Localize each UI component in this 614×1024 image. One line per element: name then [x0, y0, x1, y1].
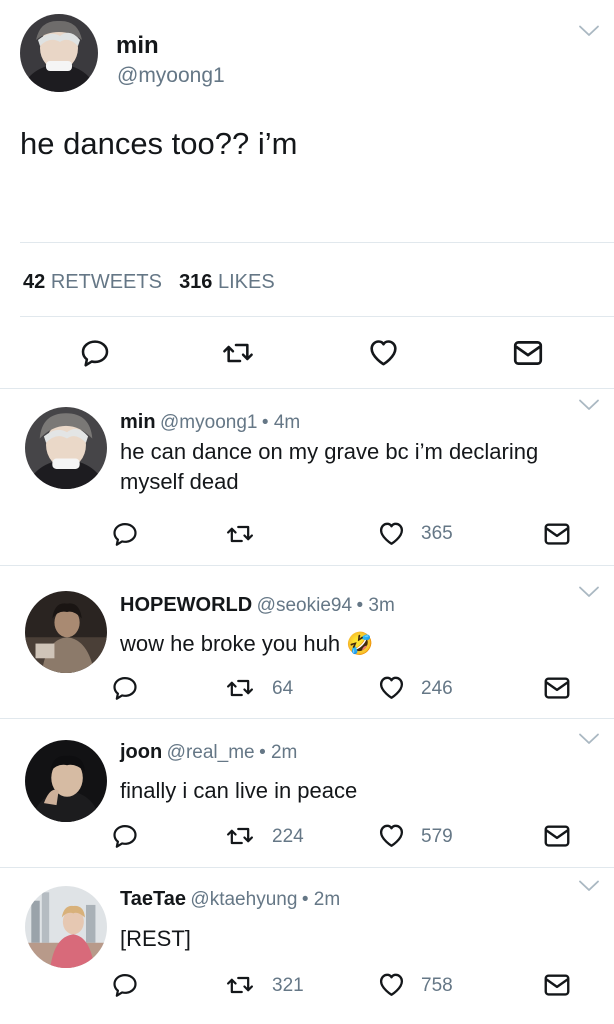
reply-direct-message-icon[interactable]	[542, 673, 572, 703]
reply-direct-message-icon[interactable]	[542, 821, 572, 851]
main-avatar[interactable]	[20, 14, 98, 92]
main-tweet-text: he dances too?? i’m	[20, 126, 298, 161]
reply-direct-message-icon[interactable]	[542, 970, 572, 1000]
reply-avatar[interactable]	[25, 886, 107, 968]
reply-chevron-down-icon[interactable]	[578, 585, 600, 599]
reply-text: wow he broke you huh 🤣	[120, 631, 374, 656]
reply-timestamp[interactable]: • 2m	[302, 889, 340, 910]
divider	[20, 316, 614, 317]
reply-like-count: 579	[421, 826, 453, 847]
reply-author-name[interactable]: min	[120, 411, 156, 433]
reply-heart-icon[interactable]	[377, 821, 406, 850]
reply-author-name[interactable]: HOPEWORLD	[120, 594, 252, 616]
reply-reply-icon[interactable]	[111, 971, 139, 999]
rolling-laughing-emoji: 🤣	[346, 631, 374, 656]
main-author-name[interactable]: min	[116, 32, 159, 60]
reply-heart-icon[interactable]	[377, 970, 406, 999]
retweets-count[interactable]: 42	[23, 271, 45, 293]
reply-author-name[interactable]: joon	[120, 741, 162, 763]
reply-header: min @myoong1 • 4m	[120, 411, 300, 434]
reply-author-handle[interactable]: @seokie94	[257, 595, 352, 616]
reply-retweet-count: 224	[272, 826, 304, 847]
reply-author-handle[interactable]: @real_me	[167, 742, 255, 763]
reply-author-name[interactable]: TaeTae	[120, 888, 186, 910]
reply-timestamp[interactable]: • 4m	[262, 412, 300, 433]
reply-chevron-down-icon[interactable]	[578, 879, 600, 893]
reply-avatar[interactable]	[25, 591, 107, 673]
main-direct-message-icon[interactable]	[511, 336, 545, 370]
reply-avatar[interactable]	[25, 740, 107, 822]
reply-like-count: 365	[421, 523, 453, 544]
main-chevron-down-icon[interactable]	[578, 24, 600, 38]
reply-retweet-icon[interactable]	[225, 674, 255, 702]
main-retweet-icon[interactable]	[221, 337, 255, 369]
reply-timestamp[interactable]: • 2m	[259, 742, 297, 763]
reply-retweet-count: 321	[272, 975, 304, 996]
likes-count[interactable]: 316	[179, 271, 212, 293]
engagement-stats: 42 RETWEETS 316 LIKES	[23, 271, 275, 294]
reply-header: TaeTae @ktaehyung • 2m	[120, 888, 340, 911]
reply-reply-icon[interactable]	[111, 822, 139, 850]
reply-author-handle[interactable]: @myoong1	[160, 412, 257, 433]
reply-retweet-count: 64	[272, 678, 294, 699]
reply-like-count: 246	[421, 678, 453, 699]
reply-avatar[interactable]	[25, 407, 107, 489]
reply-retweet-icon[interactable]	[225, 971, 255, 999]
reply-retweet-icon[interactable]	[225, 520, 255, 548]
retweets-label[interactable]: RETWEETS	[51, 271, 162, 293]
reply-text: he can dance on my grave bc i’m declarin…	[120, 439, 539, 494]
reply-header: joon @real_me • 2m	[120, 741, 297, 764]
main-author-handle[interactable]: @myoong1	[117, 64, 225, 88]
reply-heart-icon[interactable]	[377, 519, 406, 548]
reply-reply-icon[interactable]	[111, 674, 139, 702]
reply-text: finally i can live in peace	[120, 778, 358, 803]
reply-retweet-icon[interactable]	[225, 822, 255, 850]
main-reply-icon[interactable]	[79, 337, 111, 369]
reply-text: [REST]	[120, 926, 191, 951]
main-heart-icon[interactable]	[367, 336, 400, 369]
reply-heart-icon[interactable]	[377, 673, 406, 702]
divider	[20, 242, 614, 243]
likes-label[interactable]: LIKES	[218, 271, 275, 293]
reply-chevron-down-icon[interactable]	[578, 398, 600, 412]
reply-header: HOPEWORLD @seokie94 • 3m	[120, 594, 395, 617]
reply-direct-message-icon[interactable]	[542, 519, 572, 549]
reply-timestamp[interactable]: • 3m	[356, 595, 394, 616]
reply-reply-icon[interactable]	[111, 520, 139, 548]
reply-like-count: 758	[421, 975, 453, 996]
reply-chevron-down-icon[interactable]	[578, 732, 600, 746]
reply-author-handle[interactable]: @ktaehyung	[190, 889, 297, 910]
